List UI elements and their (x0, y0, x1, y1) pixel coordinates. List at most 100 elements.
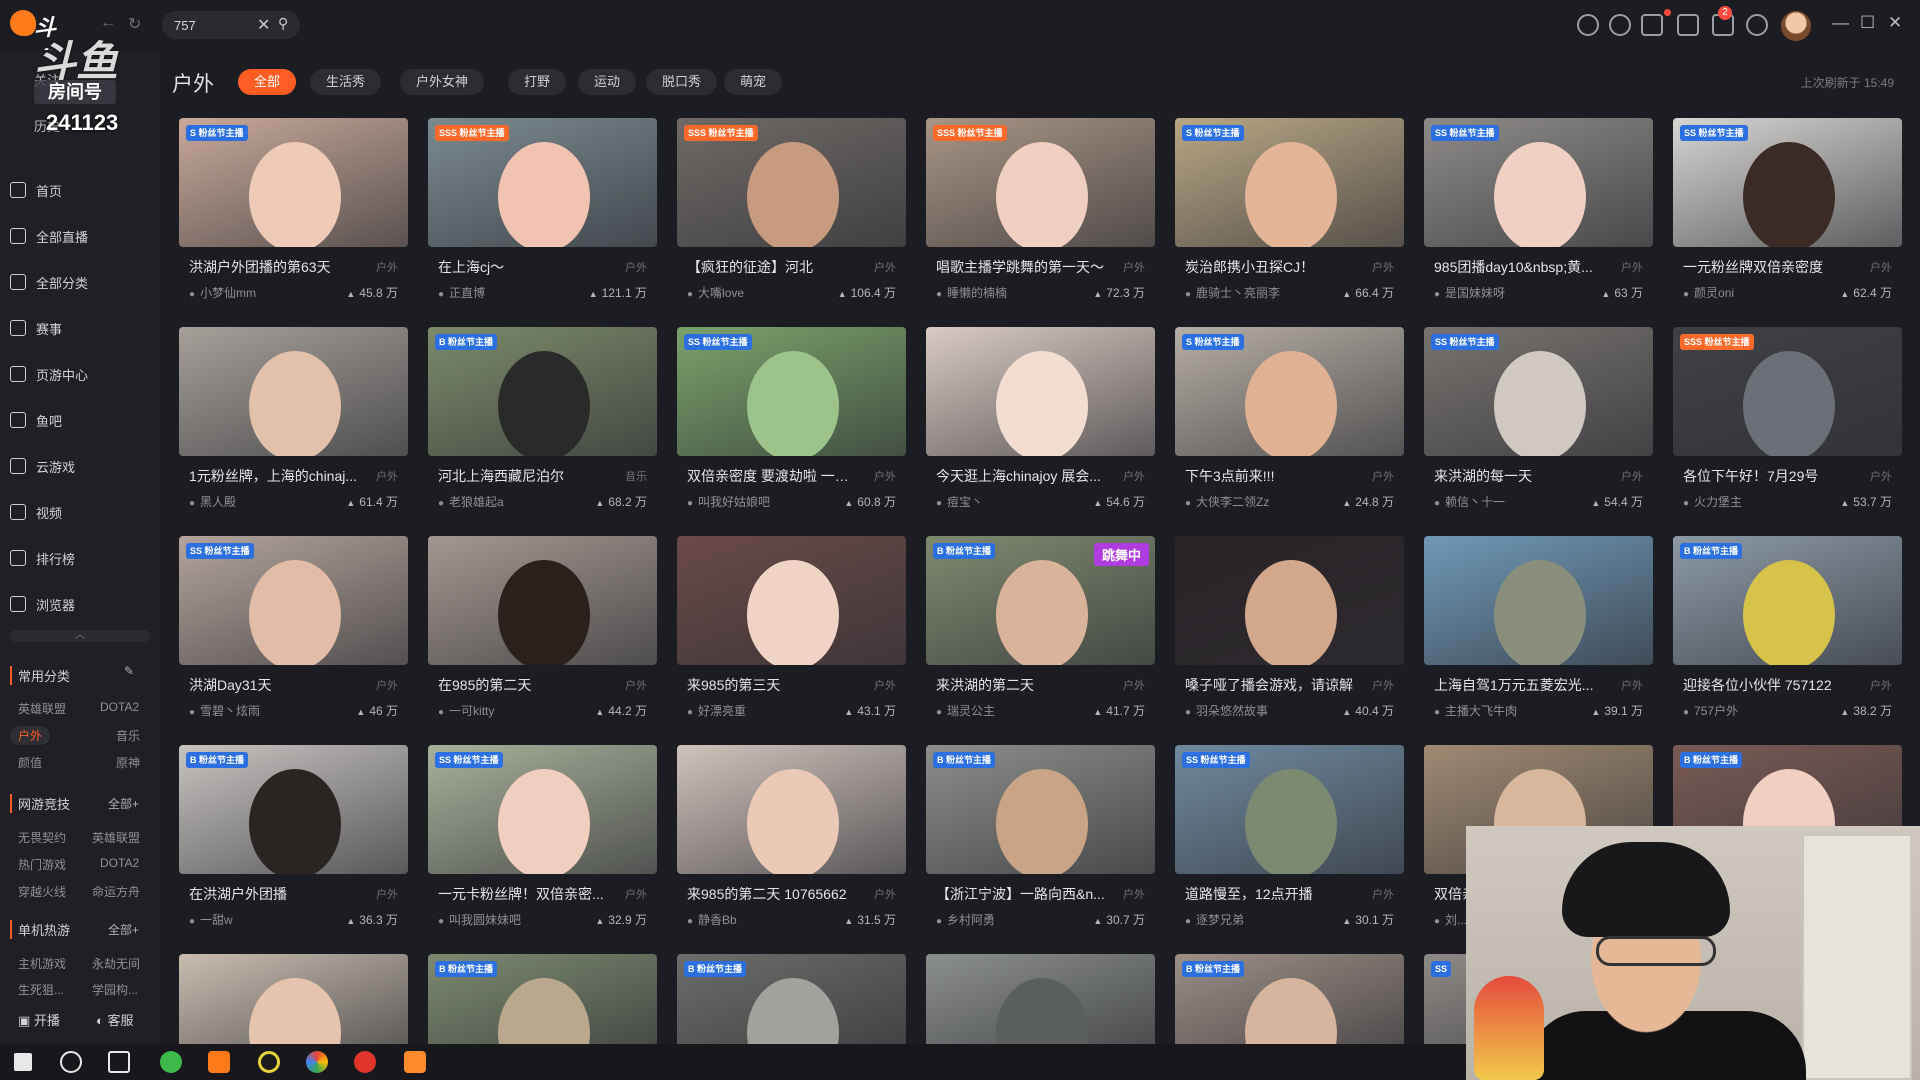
stream-card[interactable]: SS 粉丝节主播道路慢至，12点开播 户外逐梦兄弟 30.1 万 (1175, 745, 1404, 935)
stream-thumbnail[interactable] (1175, 536, 1404, 665)
sidebar-item-home[interactable]: 首页 (10, 175, 150, 205)
streamer-name[interactable]: 乡村阿勇 (936, 911, 995, 928)
sidebar-item-rank[interactable]: 排行榜 (10, 543, 150, 573)
stream-thumbnail[interactable]: S 粉丝节主播 (179, 118, 408, 247)
stream-card[interactable]: 嗓子哑了播会游戏，请谅解 户外羽朵悠然故事 40.4 万 (1175, 536, 1404, 726)
edit-category-icon[interactable]: ✎ (124, 664, 134, 678)
stream-card[interactable]: SSS 粉丝节主播各位下午好！7月29号 户外火力堡主 53.7 万 (1673, 327, 1902, 517)
stream-thumbnail[interactable]: B 粉丝节主播 (926, 745, 1155, 874)
stream-title[interactable]: 在985的第二天 (438, 675, 608, 695)
stream-card[interactable]: SS 粉丝节主播来洪湖的每一天 户外赖信丶十一 54.4 万 (1424, 327, 1653, 517)
stream-card[interactable]: B 粉丝节主播河北上海西藏尼泊尔 音乐老狼雄起a 68.2 万 (428, 327, 657, 517)
online-game-item[interactable]: DOTA2 (100, 856, 139, 870)
stream-title[interactable]: 今天逛上海chinajoy 展会... (936, 466, 1106, 486)
stream-thumbnail[interactable] (428, 536, 657, 665)
filter-tab[interactable]: 脱口秀 (646, 69, 718, 95)
sidebar-item-gamepad[interactable]: 页游中心 (10, 359, 150, 389)
stream-thumbnail[interactable]: SSS 粉丝节主播 (677, 118, 906, 247)
common-cat-genshin[interactable]: 原神 (116, 754, 140, 771)
single-game-item[interactable]: 生死狙... (18, 981, 64, 998)
stream-card[interactable]: B 粉丝节主播迎接各位小伙伴 757122 户外 757户外 38.2 万 (1673, 536, 1902, 726)
sidebar-item-fish[interactable]: 鱼吧 (10, 405, 150, 435)
stream-thumbnail[interactable]: SS 粉丝节主播 (1424, 327, 1653, 456)
streamer-name[interactable]: 小梦仙mm (189, 284, 256, 301)
stream-title[interactable]: 洪湖Day31天 (189, 675, 359, 695)
stream-card[interactable]: SS 粉丝节主播一元卡粉丝牌！双倍亲密... 户外叫我圆妹妹吧 32.9 万 (428, 745, 657, 935)
online-game-item[interactable]: 英雄联盟 (92, 829, 140, 846)
filter-tab[interactable]: 萌宠 (724, 69, 783, 95)
stream-card[interactable]: 来985的第三天 户外好漂亮重 43.1 万 (677, 536, 906, 726)
streamer-name[interactable]: 颜灵oni (1683, 284, 1734, 301)
stream-thumbnail[interactable]: B 粉丝节主播 (677, 954, 906, 1052)
sidebar-item-video[interactable]: 视频 (10, 497, 150, 527)
stream-title[interactable]: 唱歌主播学跳舞的第一天～ (936, 257, 1106, 277)
task-view-icon[interactable] (108, 1051, 130, 1073)
stream-thumbnail[interactable]: B 粉丝节主播 (179, 745, 408, 874)
filter-tab[interactable]: 打野 (508, 69, 567, 95)
online-games-all-link[interactable]: 全部+ (108, 795, 139, 812)
obs-taskbar-icon[interactable] (258, 1051, 280, 1073)
stream-thumbnail[interactable]: SSS 粉丝节主播 (926, 118, 1155, 247)
douyu-taskbar-icon[interactable] (208, 1051, 230, 1073)
heart-follow-icon[interactable] (1609, 14, 1631, 36)
stream-thumbnail[interactable]: B 粉丝节主播 (1175, 954, 1404, 1052)
weibo-taskbar-icon[interactable] (354, 1051, 376, 1073)
streamer-name[interactable]: 静香Bb (687, 911, 737, 928)
stream-card[interactable]: B 粉丝节主播在洪湖户外团播 户外一甜w 36.3 万 (179, 745, 408, 935)
stream-thumbnail[interactable]: SSS 粉丝节主播 (1673, 327, 1902, 456)
stream-thumbnail[interactable]: B 粉丝节主播 (428, 954, 657, 1052)
stream-card[interactable]: SS 粉丝节主播双倍亲密度 要渡劫啦 一起... 户外叫我好姑娘吧 60.8 万 (677, 327, 906, 517)
streamer-name[interactable]: 刘... (1434, 911, 1467, 928)
windows-start-icon[interactable] (14, 1053, 32, 1071)
stream-thumbnail[interactable] (926, 954, 1155, 1052)
stream-title[interactable]: 985团播day10&nbsp;黄... (1434, 257, 1604, 277)
stream-title[interactable]: 1元粉丝牌，上海的chinaj... (189, 466, 359, 486)
sidebar-collapse-button[interactable]: ︿ (10, 630, 150, 642)
streamer-name[interactable]: 黑人殿 (189, 493, 236, 510)
stream-card[interactable]: B 粉丝节主播 (677, 954, 906, 1052)
history-clock-icon[interactable] (1577, 14, 1599, 36)
stream-thumbnail[interactable]: SS 粉丝节主播 (1673, 118, 1902, 247)
stream-thumbnail[interactable]: B 粉丝节主播 (428, 327, 657, 456)
streamer-name[interactable]: 一可kitty (438, 702, 494, 719)
minimize-button[interactable]: — (1832, 13, 1849, 33)
common-cat-music[interactable]: 音乐 (116, 727, 140, 744)
streamer-name[interactable]: 757户外 (1683, 702, 1738, 719)
common-cat-outdoor[interactable]: 户外 (10, 726, 51, 745)
stream-thumbnail[interactable]: SS 粉丝节主播 (1175, 745, 1404, 874)
stream-thumbnail[interactable] (179, 327, 408, 456)
stream-title[interactable]: 来洪湖的第二天 (936, 675, 1106, 695)
stream-thumbnail[interactable]: SS 粉丝节主播 (179, 536, 408, 665)
streamer-name[interactable]: 好漂亮重 (687, 702, 746, 719)
stream-thumbnail[interactable]: SSS 粉丝节主播 (428, 118, 657, 247)
online-game-item[interactable]: 命运方舟 (92, 883, 140, 900)
stream-title[interactable]: 【疯狂的征途】河北 (687, 257, 857, 277)
close-button[interactable]: ✕ (1888, 13, 1902, 33)
stream-card[interactable]: SS 粉丝节主播洪湖Day31天 户外雪碧丶炫雨 46 万 (179, 536, 408, 726)
stream-card[interactable]: SSS 粉丝节主播【疯狂的征途】河北 户外大嘴love 106.4 万 (677, 118, 906, 308)
stream-thumbnail[interactable] (179, 954, 408, 1052)
stream-card[interactable]: SS 粉丝节主播 985团播day10&nbsp;黄... 户外是国妹妹呀 63 万 (1424, 118, 1653, 308)
stream-title[interactable]: 河北上海西藏尼泊尔 (438, 466, 608, 486)
streamer-name[interactable]: 羽朵悠然故事 (1185, 702, 1268, 719)
wechat-taskbar-icon[interactable] (160, 1051, 182, 1073)
stream-title[interactable]: 一元粉丝牌双倍亲密度 (1683, 257, 1853, 277)
stream-title[interactable]: 迎接各位小伙伴 757122 (1683, 675, 1853, 695)
streamer-name[interactable]: 叫我圆妹妹吧 (438, 911, 521, 928)
streamer-name[interactable]: 赖信丶十一 (1434, 493, 1505, 510)
stream-card[interactable]: SSS 粉丝节主播唱歌主播学跳舞的第一天～ 户外睡懒的楠楠 72.3 万 (926, 118, 1155, 308)
stream-card[interactable]: B 粉丝节主播 (428, 954, 657, 1052)
chrome-taskbar-icon[interactable] (306, 1051, 328, 1073)
streamer-name[interactable]: 雪碧丶炫雨 (189, 702, 260, 719)
stream-card[interactable]: 在985的第二天 户外一可kitty 44.2 万 (428, 536, 657, 726)
stream-title[interactable]: 一元卡粉丝牌！双倍亲密... (438, 884, 608, 904)
stream-title[interactable]: 在上海cj～ (438, 257, 608, 277)
single-games-all-link[interactable]: 全部+ (108, 921, 139, 938)
start-broadcast-button[interactable]: ▣ 开播 (18, 1010, 60, 1029)
filter-tab[interactable]: 生活秀 (310, 69, 382, 95)
stream-card[interactable]: SSS 粉丝节主播在上海cj～ 户外正直博 121.1 万 (428, 118, 657, 308)
customer-service-button[interactable]: ◐ 客服 (96, 1010, 133, 1029)
streamer-name[interactable]: 睡懒的楠楠 (936, 284, 1007, 301)
task-calendar-icon[interactable] (1641, 14, 1663, 36)
stream-card[interactable]: 上海自驾1万元五菱宏光... 户外主播大飞牛肉 39.1 万 (1424, 536, 1653, 726)
